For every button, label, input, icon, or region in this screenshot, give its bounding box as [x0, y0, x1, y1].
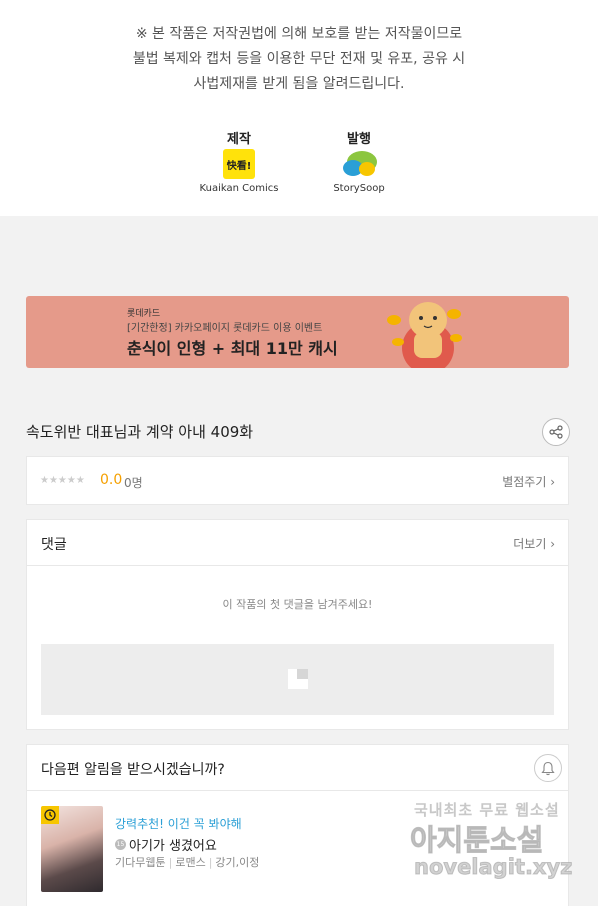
- credits: 제작 快看! Kuaikan Comics 발행 StorySoop: [0, 128, 598, 194]
- publisher-credit: 발행 StorySoop: [314, 128, 404, 194]
- share-icon: [549, 425, 563, 439]
- ad-placeholder[interactable]: [41, 644, 554, 715]
- notice-line-3: 사법제재를 받게 됨을 알려드립니다.: [193, 76, 405, 92]
- authors: 강기,이정: [215, 856, 260, 869]
- production-label: 제작: [227, 132, 251, 147]
- notice-line-2: 불법 복제와 캡처 등을 이용한 무단 전재 및 유포, 공유 시: [132, 51, 466, 67]
- recommended-meta: 기다무웹툰 | 로맨스 | 강기,이정: [115, 856, 260, 869]
- recommended-title-text: 아기가 생겼어요: [129, 839, 217, 854]
- wait-free-badge: [41, 806, 59, 824]
- comments-title: 댓글: [41, 537, 67, 553]
- alarm-toggle-button[interactable]: [534, 754, 562, 782]
- age-rating-badge: 15: [115, 839, 126, 850]
- watermark-line-3: novelagit.xyz: [413, 855, 573, 880]
- site-watermark: 국내최초 무료 웹소설 아지툰소설 novelagit.xyz: [409, 797, 580, 889]
- rating-score: 0.0: [100, 472, 123, 488]
- comments-more-link[interactable]: 더보기 ›: [513, 535, 555, 552]
- recommended-thumbnail[interactable]: [41, 806, 103, 892]
- publisher-label: 발행: [347, 132, 371, 147]
- production-credit: 제작 快看! Kuaikan Comics: [194, 128, 284, 194]
- watermark-line-2: 아지툰소설: [409, 823, 544, 858]
- episode-title: 속도위반 대표님과 계약 아내 409화: [26, 423, 254, 441]
- copyright-section: ※ 본 작품은 저작권법에 의해 보호를 받는 저작물이므로 불법 복제와 캡처…: [0, 0, 598, 216]
- clock-icon: [44, 809, 56, 821]
- banner-title: 춘식이 인형 + 최대 11만 캐시: [127, 339, 338, 358]
- alarm-question: 다음편 알림을 받으시겠습니까?: [41, 762, 225, 778]
- comments-header: 댓글 더보기 ›: [27, 520, 568, 566]
- comments-card: 댓글 더보기 › 이 작품의 첫 댓글을 남겨주세요!: [26, 519, 569, 730]
- rating-stars: ★★★★★: [40, 475, 85, 486]
- recommendation-label: 강력추천! 이건 꼭 봐야해: [115, 817, 242, 831]
- bell-icon: [541, 761, 555, 775]
- choonsik-character-illustration: [387, 302, 462, 368]
- recommended-title[interactable]: 15 아기가 생겼어요: [115, 835, 217, 854]
- genre-2: 로맨스: [175, 856, 206, 869]
- share-button[interactable]: [542, 418, 570, 446]
- rating-card: ★★★★★ 0.0 0명 별점주기 ›: [26, 456, 569, 505]
- banner-subtitle: [기간한정] 카카오페이지 롯데카드 이용 이벤트: [127, 323, 323, 334]
- copyright-notice: ※ 본 작품은 저작권법에 의해 보호를 받는 저작물이므로 불법 복제와 캡처…: [0, 22, 598, 97]
- notice-line-1: ※ 본 작품은 저작권법에 의해 보호를 받는 저작물이므로: [135, 26, 463, 42]
- genre-1: 기다무웹툰: [115, 856, 166, 869]
- production-name: Kuaikan Comics: [199, 183, 279, 194]
- storysoop-logo: [335, 149, 383, 179]
- publisher-name: StorySoop: [333, 183, 385, 194]
- rate-button[interactable]: 별점주기 ›: [502, 473, 555, 490]
- alarm-header: 다음편 알림을 받으시겠습니까?: [27, 745, 568, 791]
- rating-count: 0명: [124, 476, 143, 490]
- event-banner[interactable]: 롯데카드 [기간한정] 카카오페이지 롯데카드 이용 이벤트 춘식이 인형 + …: [26, 296, 569, 368]
- banner-brand: 롯데카드: [127, 309, 161, 319]
- comments-empty-message: 이 작품의 첫 댓글을 남겨주세요!: [222, 598, 373, 611]
- kuaikan-logo: 快看!: [223, 149, 255, 179]
- ad-placeholder-icon: [288, 669, 308, 689]
